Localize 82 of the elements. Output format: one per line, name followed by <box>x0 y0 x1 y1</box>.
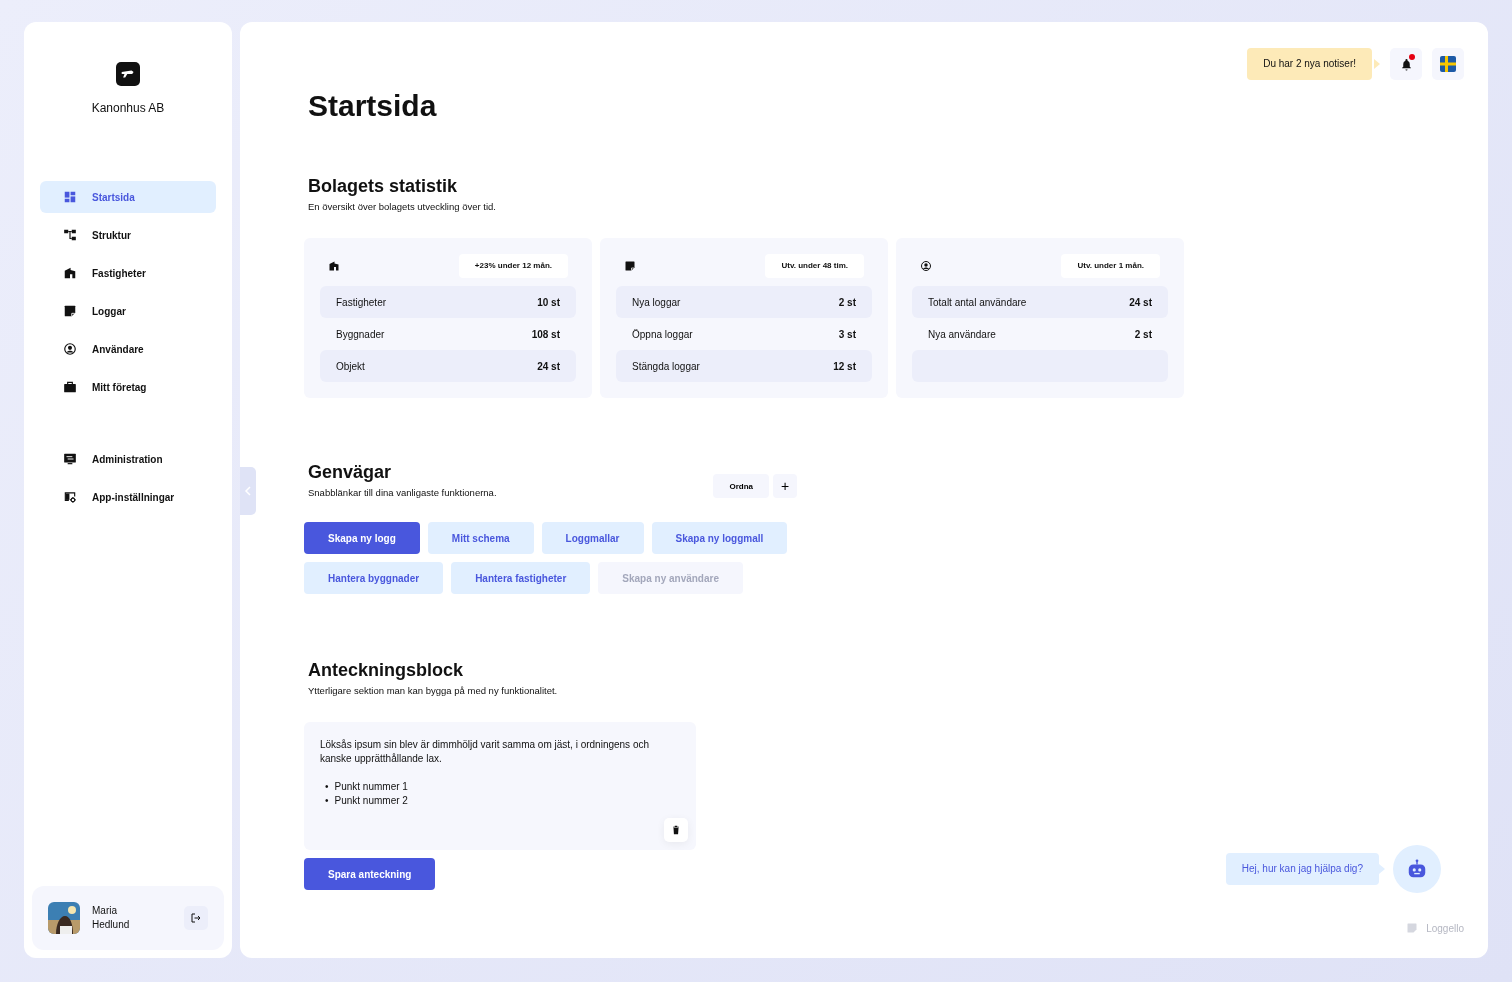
note-bullet: Punkt nummer 1 <box>334 780 408 794</box>
screen-gear-icon <box>63 490 77 504</box>
trash-icon <box>671 825 681 835</box>
briefcase-icon <box>63 380 77 394</box>
stat-label: Stängda loggar <box>632 360 700 372</box>
building-icon <box>328 260 340 272</box>
shortcut-button[interactable]: Loggmallar <box>541 522 644 554</box>
note-icon <box>63 304 77 318</box>
stat-value: 24 st <box>1129 296 1152 308</box>
stat-value: 108 st <box>531 328 560 340</box>
bubble-tail-icon <box>1379 864 1385 874</box>
shortcut-button[interactable]: Skapa ny logg <box>304 522 420 554</box>
sidebar-item[interactable]: Mitt företag <box>40 371 216 403</box>
section-subtitle: Ytterligare sektion man kan bygga på med ny funktionalitet. <box>308 685 559 696</box>
trend-badge: Utv. under 48 tim. <box>765 254 864 278</box>
stat-label: Byggnader <box>336 328 385 340</box>
notification-message: Du har 2 nya notiser! <box>1247 48 1372 80</box>
chat-button[interactable] <box>1393 845 1441 893</box>
stat-label: Objekt <box>336 360 365 372</box>
company-name: Kanonhus AB <box>91 101 165 115</box>
stat-value: 2 st <box>838 296 856 308</box>
shortcut-button[interactable]: Skapa ny loggmall <box>651 522 788 554</box>
section-title: Anteckningsblock <box>308 659 465 681</box>
note-icon <box>624 260 636 272</box>
building-icon <box>63 266 77 280</box>
section-title: Bolagets statistik <box>308 175 459 197</box>
stat-value: 12 st <box>833 360 856 372</box>
bullet-mark: • <box>325 794 329 808</box>
collapse-handle[interactable] <box>240 467 256 515</box>
user-name: Hedlund <box>92 918 131 932</box>
sidebar-item[interactable]: Startsida <box>40 181 216 213</box>
note-icon <box>1406 922 1419 934</box>
section-subtitle: Snabblänkar till dina vanligaste funktionerna. <box>308 487 497 498</box>
chat-message: Hej, hur kan jag hjälpa dig? <box>1225 853 1379 885</box>
page-title: Startsida <box>308 90 438 122</box>
sidebar-item[interactable]: Struktur <box>40 219 216 251</box>
user-circle-icon <box>920 260 932 272</box>
add-button[interactable]: + <box>773 474 797 498</box>
section-subtitle: En översikt över bolagets utveckling över tid. <box>308 201 497 212</box>
trend-badge: Utv. under 1 mån. <box>1061 254 1160 278</box>
flag-icon <box>1440 56 1456 72</box>
note-bullet: Punkt nummer 2 <box>334 794 408 808</box>
save-note-button[interactable]: Spara anteckning <box>304 858 436 890</box>
logout-icon <box>190 912 202 924</box>
stat-label: Öppna loggar <box>632 328 693 340</box>
stat-label: Nya användare <box>928 328 996 340</box>
hierarchy-icon <box>63 228 77 242</box>
logout-button[interactable] <box>184 906 208 930</box>
bubble-tail-icon <box>1374 59 1380 69</box>
section-title: Genvägar <box>308 461 393 483</box>
stat-value: 10 st <box>537 296 560 308</box>
stat-label: Fastigheter <box>336 296 387 308</box>
brand-name: Loggello <box>1426 922 1464 934</box>
sidebar-item[interactable]: App-inställningar <box>40 481 216 513</box>
sidebar-item[interactable]: Administration <box>40 443 216 475</box>
stat-value: 2 st <box>1134 328 1152 340</box>
stat-label: Totalt antal användare <box>928 296 1027 308</box>
bell-icon <box>1399 57 1413 71</box>
language-button[interactable] <box>1432 48 1464 80</box>
bullet-mark: • <box>325 780 329 794</box>
stat-label: Nya loggar <box>632 296 681 308</box>
stat-value: 3 st <box>838 328 856 340</box>
shortcut-button[interactable]: Mitt schema <box>427 522 534 554</box>
note-text: Löksås ipsum sin blev är dimmhöljd varit samma om jäst, i ordningens och kanske upprätthållande lax. <box>320 738 651 766</box>
shortcut-button[interactable]: Hantera fastigheter <box>451 562 591 594</box>
robot-icon <box>1406 858 1428 880</box>
shortcut-button[interactable]: Hantera byggnader <box>304 562 444 594</box>
note-editor[interactable]: Löksås ipsum sin blev är dimmhöljd varit samma om jäst, i ordningens och kanske upprätthållande lax. • Punkt nummer 1 • Punkt nummer 2 <box>304 722 696 850</box>
cannon-icon <box>121 69 135 79</box>
chevron-left-icon <box>244 486 252 496</box>
user-name: Maria <box>92 904 118 918</box>
stat-value: 24 st <box>537 360 560 372</box>
console-icon <box>63 452 77 466</box>
sidebar-item[interactable]: Användare <box>40 333 216 365</box>
reorder-button[interactable]: Ordna <box>713 474 769 498</box>
delete-button[interactable] <box>664 818 688 842</box>
sidebar-item[interactable]: Loggar <box>40 295 216 327</box>
trend-badge: +23% under 12 mån. <box>458 254 568 278</box>
dashboard-icon <box>63 190 77 204</box>
user-circle-icon <box>63 342 77 356</box>
notifications-button[interactable] <box>1390 48 1422 80</box>
sidebar-item[interactable]: Fastigheter <box>40 257 216 289</box>
